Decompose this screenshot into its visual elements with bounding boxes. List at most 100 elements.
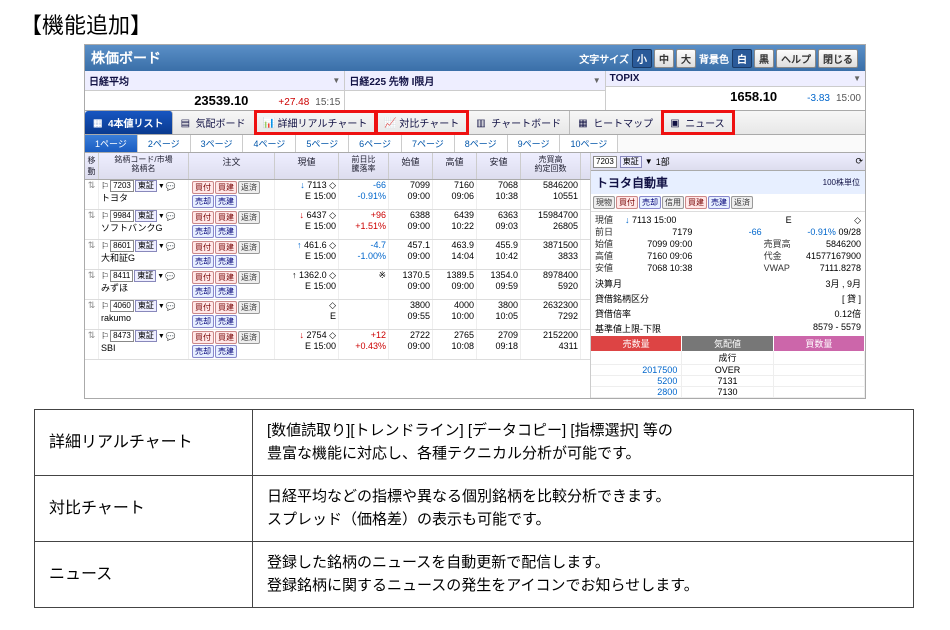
chevron-down-icon[interactable]: ▼ bbox=[158, 331, 165, 342]
order-tsell[interactable]: 売建 bbox=[215, 285, 237, 298]
stat-cur-label: 現値 bbox=[595, 214, 623, 226]
flag-icon[interactable]: ⚐ bbox=[101, 301, 109, 312]
order-tbuy[interactable]: 買建 bbox=[215, 331, 237, 344]
page-3[interactable]: 3ページ bbox=[191, 135, 244, 152]
flag-icon[interactable]: ⚐ bbox=[101, 181, 109, 192]
flag-icon[interactable]: ⚐ bbox=[101, 271, 109, 282]
page-2[interactable]: 2ページ bbox=[138, 135, 191, 152]
stat-limit-row: 基準値上限-下限8579 - 5579 bbox=[591, 321, 865, 336]
tab-quote-board[interactable]: ▤気配ボード bbox=[173, 111, 255, 134]
index-name[interactable]: 日経平均▼ bbox=[85, 71, 344, 91]
order-board-head: 売数量 気配値 買数量 bbox=[591, 336, 865, 351]
font-mid-button[interactable]: 中 bbox=[654, 49, 674, 68]
index-name[interactable]: TOPIX▼ bbox=[606, 71, 865, 87]
page-5[interactable]: 5ページ bbox=[296, 135, 349, 152]
order-tsell[interactable]: 売建 bbox=[215, 255, 237, 268]
order-buy[interactable]: 買付 bbox=[616, 196, 638, 209]
comment-icon[interactable]: 💬 bbox=[166, 241, 176, 252]
tab-heatmap[interactable]: ▦ヒートマップ bbox=[570, 111, 662, 134]
order-repay[interactable]: 返済 bbox=[238, 331, 260, 344]
order-sell[interactable]: 売却 bbox=[639, 196, 661, 209]
refresh-icon[interactable]: ⟳ bbox=[855, 156, 863, 167]
chevron-down-icon[interactable]: ▼ bbox=[593, 76, 601, 85]
order-buy[interactable]: 買付 bbox=[192, 181, 214, 194]
flag-icon[interactable]: ⚐ bbox=[101, 331, 109, 342]
order-repay[interactable]: 返済 bbox=[731, 196, 753, 209]
order-repay[interactable]: 返済 bbox=[238, 211, 260, 224]
move-handle[interactable]: ⇅ bbox=[85, 300, 99, 329]
chevron-down-icon[interactable]: ▼ bbox=[158, 181, 165, 192]
order-repay[interactable]: 返済 bbox=[238, 181, 260, 194]
page-8[interactable]: 8ページ bbox=[455, 135, 508, 152]
page-4[interactable]: 4ページ bbox=[243, 135, 296, 152]
order-sell[interactable]: 売却 bbox=[192, 225, 214, 238]
comment-icon[interactable]: 💬 bbox=[166, 211, 176, 222]
tab-chart-board[interactable]: ▥チャートボード bbox=[468, 111, 570, 134]
chevron-down-icon[interactable]: ▼ bbox=[853, 74, 861, 83]
desc3-title: ニュース bbox=[35, 542, 253, 608]
comment-icon[interactable]: 💬 bbox=[166, 301, 176, 312]
order-repay[interactable]: 返済 bbox=[238, 301, 260, 314]
order-sell[interactable]: 売却 bbox=[192, 285, 214, 298]
tab-detailed-chart[interactable]: 📊詳細リアルチャート bbox=[255, 111, 377, 134]
close-button[interactable]: 閉じる bbox=[818, 49, 858, 68]
order-tbuy[interactable]: 買建 bbox=[215, 181, 237, 194]
order-repay[interactable]: 返済 bbox=[238, 271, 260, 284]
order-tsell[interactable]: 売建 bbox=[215, 345, 237, 358]
order-tbuy[interactable]: 買建 bbox=[215, 301, 237, 314]
bg-black-button[interactable]: 黒 bbox=[754, 49, 774, 68]
order-tbuy[interactable]: 買建 bbox=[215, 241, 237, 254]
order-tsell[interactable]: 売建 bbox=[215, 225, 237, 238]
order-buy[interactable]: 買付 bbox=[192, 211, 214, 224]
order-tbuy[interactable]: 買建 bbox=[215, 211, 237, 224]
move-handle[interactable]: ⇅ bbox=[85, 240, 99, 269]
comment-icon[interactable]: 💬 bbox=[166, 331, 176, 342]
page-6[interactable]: 6ページ bbox=[349, 135, 402, 152]
order-buy[interactable]: 買付 bbox=[192, 271, 214, 284]
chevron-down-icon[interactable]: ▼ bbox=[157, 271, 164, 282]
order-tsell[interactable]: 売建 bbox=[215, 195, 237, 208]
order-sell[interactable]: 売却 bbox=[192, 195, 214, 208]
order-sell[interactable]: 売却 bbox=[192, 345, 214, 358]
tab-news[interactable]: ▣ニュース bbox=[662, 111, 734, 134]
move-handle[interactable]: ⇅ bbox=[85, 270, 99, 299]
order-margin[interactable]: 信用 bbox=[662, 196, 684, 209]
order-spot[interactable]: 現物 bbox=[593, 196, 615, 209]
chevron-down-icon[interactable]: ▼ bbox=[158, 241, 165, 252]
flag-icon[interactable]: ⚐ bbox=[101, 241, 109, 252]
comment-icon[interactable]: 💬 bbox=[165, 271, 175, 282]
order-tbuy[interactable]: 買建 bbox=[685, 196, 707, 209]
board-row: 成行 bbox=[591, 351, 865, 365]
flag-icon[interactable]: ⚐ bbox=[101, 211, 109, 222]
chevron-down-icon[interactable]: ▼ bbox=[332, 76, 340, 85]
page-7[interactable]: 7ページ bbox=[402, 135, 455, 152]
order-tbuy[interactable]: 買建 bbox=[215, 271, 237, 284]
order-buy[interactable]: 買付 bbox=[192, 301, 214, 314]
order-buy[interactable]: 買付 bbox=[192, 331, 214, 344]
move-handle[interactable]: ⇅ bbox=[85, 180, 99, 209]
page-9[interactable]: 9ページ bbox=[508, 135, 561, 152]
move-handle[interactable]: ⇅ bbox=[85, 210, 99, 239]
bg-white-button[interactable]: 白 bbox=[732, 49, 752, 68]
comment-icon[interactable]: 💬 bbox=[166, 181, 176, 192]
page-10[interactable]: 10ページ bbox=[560, 135, 618, 152]
tab-compare-chart[interactable]: 📈対比チャート bbox=[376, 111, 468, 134]
order-tsell[interactable]: 売建 bbox=[708, 196, 730, 209]
font-small-button[interactable]: 小 bbox=[632, 49, 652, 68]
order-sell[interactable]: 売却 bbox=[192, 255, 214, 268]
page-1[interactable]: 1ページ bbox=[85, 135, 138, 152]
tab-4value-list[interactable]: ▦4本値リスト bbox=[85, 111, 173, 134]
index-name[interactable]: 日経225 先物 I限月▼ bbox=[345, 71, 604, 91]
chevron-down-icon[interactable]: ▼ bbox=[158, 301, 165, 312]
chevron-down-icon[interactable]: ▼ bbox=[645, 157, 653, 166]
font-large-button[interactable]: 大 bbox=[676, 49, 696, 68]
stat-sym: ◇ bbox=[794, 214, 861, 226]
move-handle[interactable]: ⇅ bbox=[85, 330, 99, 359]
order-repay[interactable]: 返済 bbox=[238, 241, 260, 254]
order-sell[interactable]: 売却 bbox=[192, 315, 214, 328]
order-buy[interactable]: 買付 bbox=[192, 241, 214, 254]
help-button[interactable]: ヘルプ bbox=[776, 49, 816, 68]
order-tsell[interactable]: 売建 bbox=[215, 315, 237, 328]
index-time: 15:15 bbox=[315, 97, 340, 108]
chevron-down-icon[interactable]: ▼ bbox=[158, 211, 165, 222]
